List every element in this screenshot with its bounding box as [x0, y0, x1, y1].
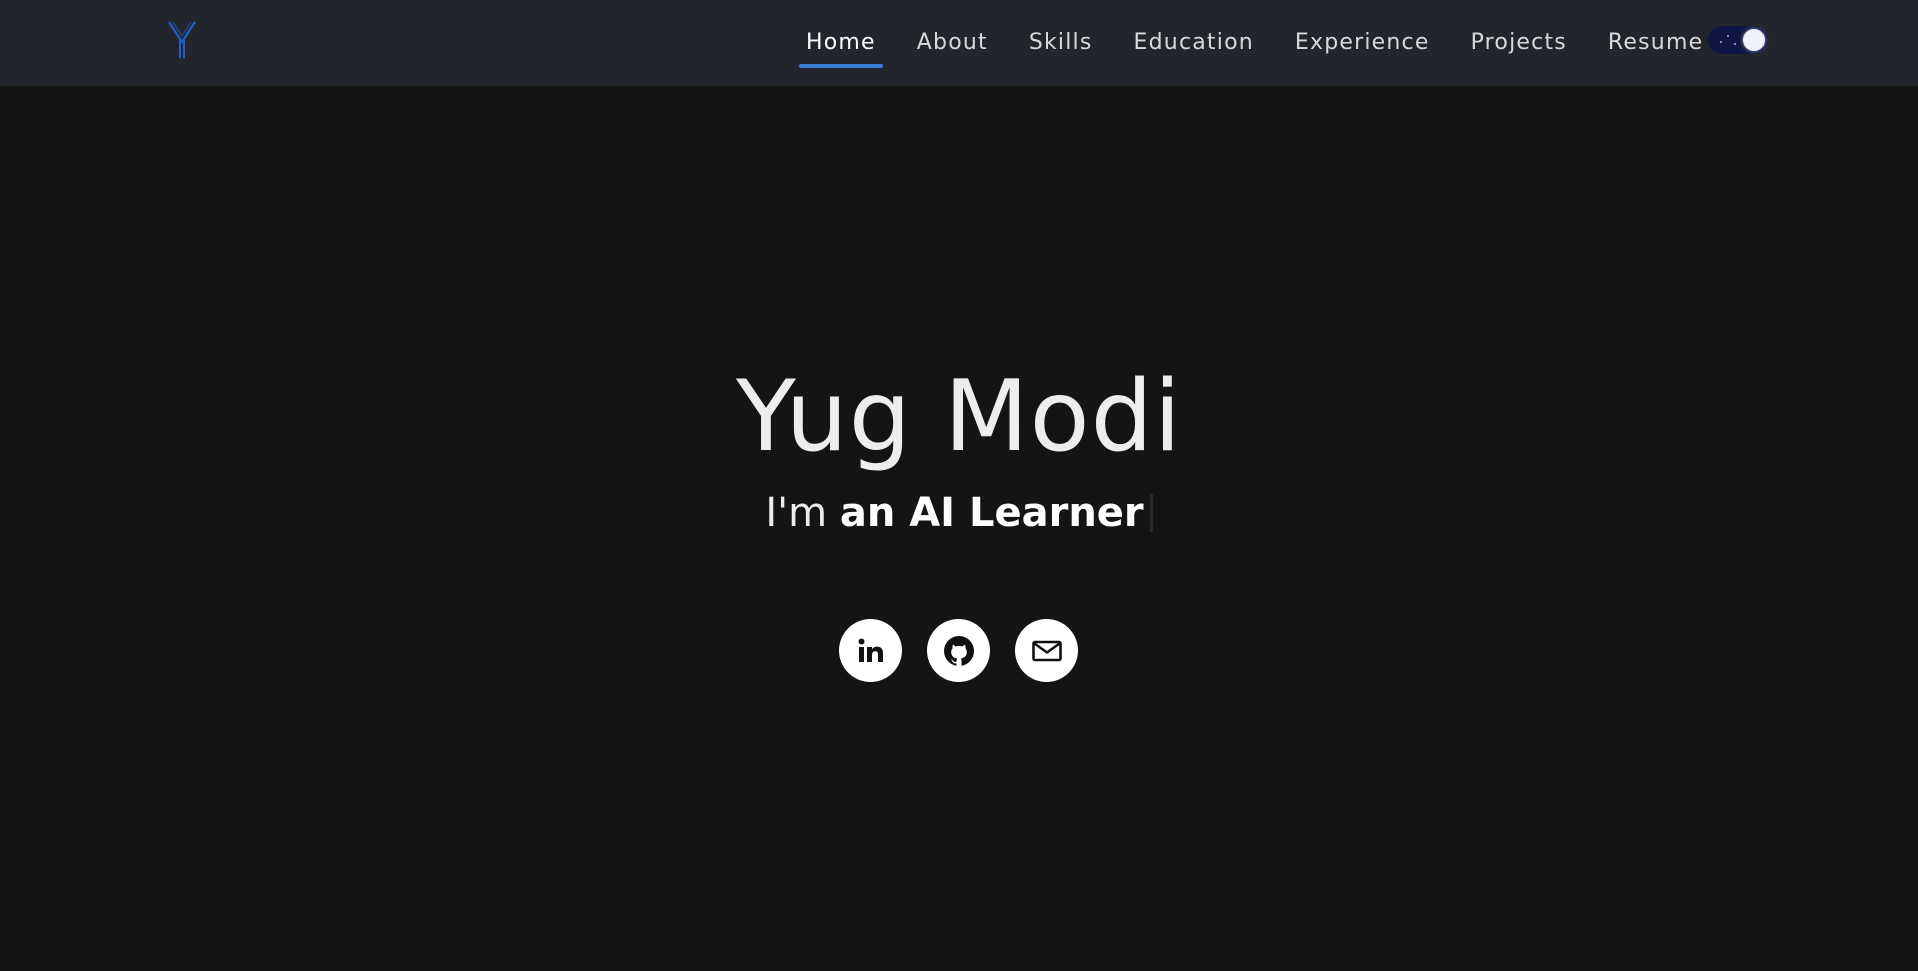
star-icon [1734, 43, 1736, 45]
nav-about[interactable]: About [910, 28, 995, 58]
star-icon [1727, 35, 1729, 37]
nav-resume[interactable]: Resume [1601, 28, 1710, 58]
email-button[interactable] [1015, 619, 1078, 682]
logo[interactable] [166, 18, 198, 62]
linkedin-icon [858, 638, 883, 662]
hero-subtitle: I'm an AI Learner [0, 486, 1918, 540]
star-icon [1720, 41, 1722, 43]
nav-home[interactable]: Home [799, 28, 883, 68]
subtitle-prefix: I'm [765, 490, 828, 536]
github-icon [943, 635, 974, 666]
subtitle-role: an AI Learner [839, 490, 1144, 536]
social-links [839, 619, 1078, 682]
mail-icon [1031, 640, 1062, 661]
hero-name: Yug Modi [735, 360, 1183, 474]
github-button[interactable] [927, 619, 990, 682]
nav-skills[interactable]: Skills [1022, 28, 1100, 58]
theme-toggle[interactable] [1708, 26, 1768, 54]
nav-projects[interactable]: Projects [1464, 28, 1574, 58]
navbar: Home About Skills Education Experience P… [0, 0, 1918, 86]
nav-links: Home About Skills Education Experience P… [799, 0, 1710, 86]
nav-experience[interactable]: Experience [1288, 28, 1437, 58]
logo-y-icon [168, 21, 196, 58]
moon-icon [1743, 29, 1765, 51]
typing-cursor [1149, 494, 1153, 532]
linkedin-button[interactable] [839, 619, 902, 682]
nav-education[interactable]: Education [1127, 28, 1261, 58]
